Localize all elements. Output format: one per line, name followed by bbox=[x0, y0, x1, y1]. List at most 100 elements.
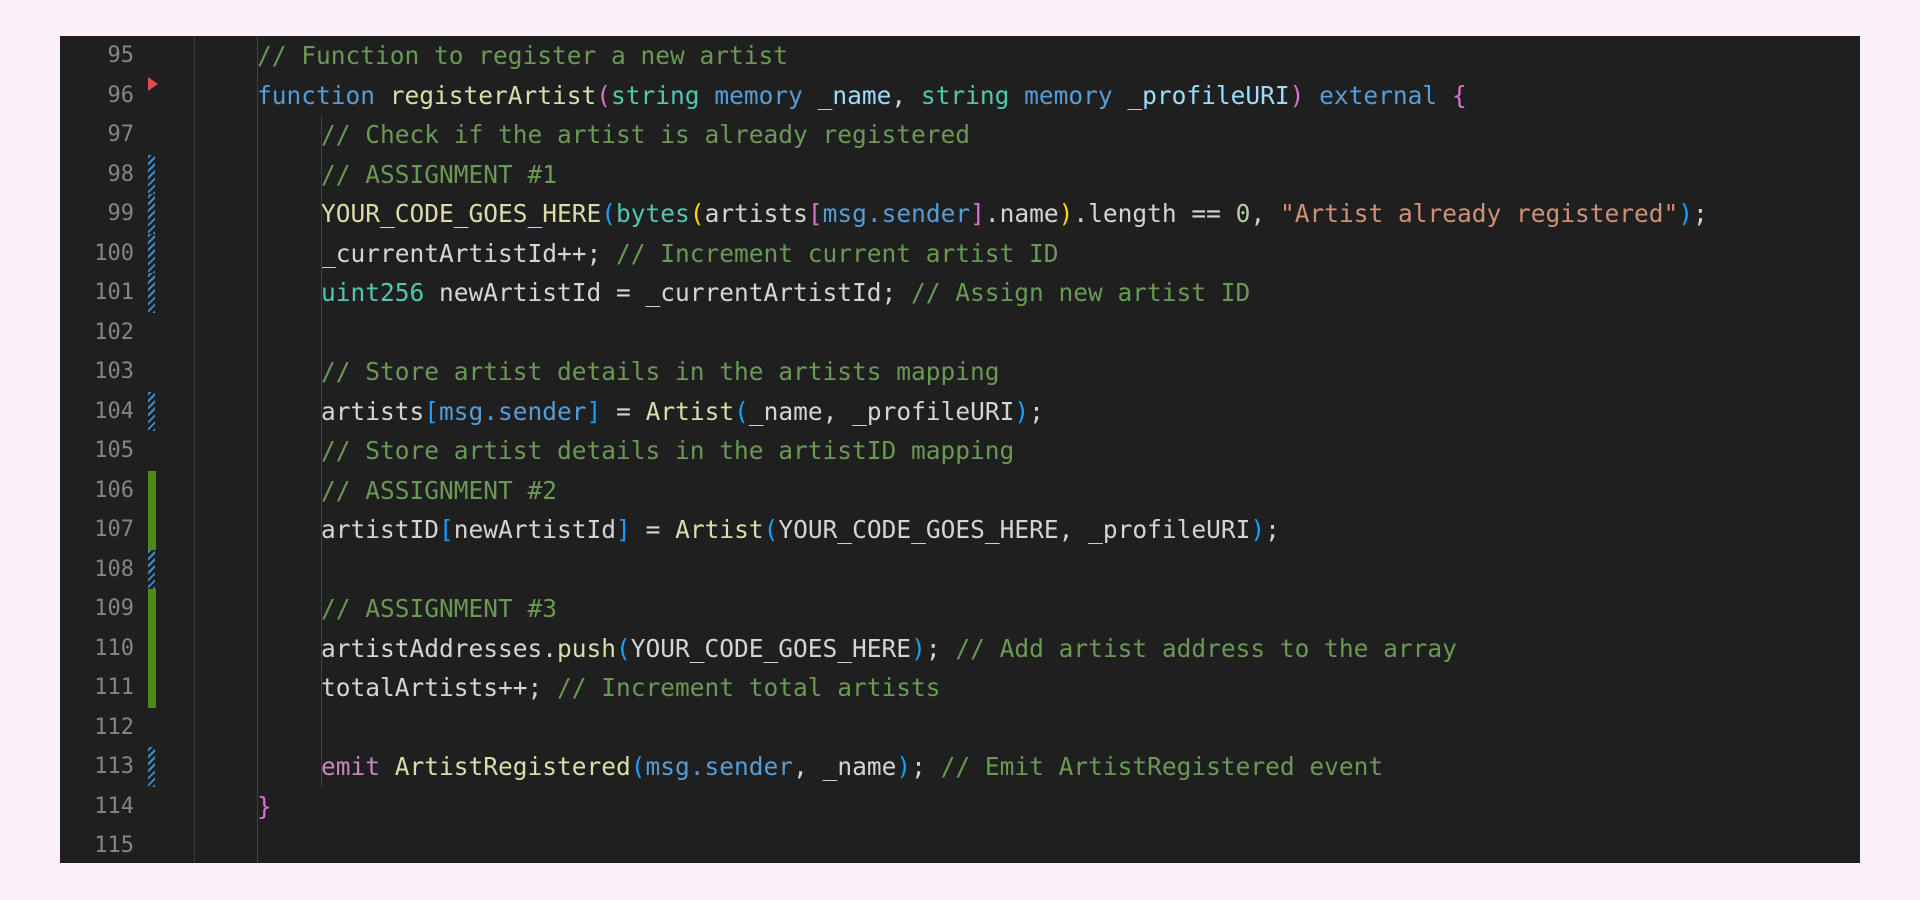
code-token: _profileURI bbox=[1127, 80, 1290, 110]
code-line[interactable]: // Check if the artist is already regist… bbox=[60, 115, 1860, 155]
code-token: // Assign new artist ID bbox=[911, 278, 1251, 307]
code-line[interactable]: // Function to register a new artist bbox=[60, 36, 1860, 76]
code-token: msg.sender bbox=[822, 199, 971, 228]
code-line[interactable]: emit ArtistRegistered(msg.sender, _name)… bbox=[60, 747, 1860, 787]
code-token: memory bbox=[1024, 80, 1128, 110]
code-token: [ bbox=[439, 515, 454, 544]
code-token: { bbox=[1451, 80, 1467, 110]
code-line-text: // Store artist details in the artistID … bbox=[321, 431, 1014, 471]
code-token: // Store artist details in the artistID … bbox=[321, 436, 1015, 465]
code-token: YOUR_CODE_GOES_HERE bbox=[321, 199, 602, 228]
code-token: ; bbox=[925, 633, 956, 663]
code-token: // Emit ArtistRegistered event bbox=[940, 752, 1384, 781]
code-token: // Add artist address to the array bbox=[955, 633, 1457, 663]
code-token: YOUR_CODE_GOES_HERE bbox=[630, 633, 912, 663]
code-line-text: // Check if the artist is already regist… bbox=[321, 115, 970, 155]
code-token: Artist bbox=[645, 396, 735, 426]
code-token: ( bbox=[689, 199, 705, 228]
code-line-text: _currentArtistId++; // Increment current… bbox=[321, 234, 1059, 274]
code-line-text: function registerArtist(string memory _n… bbox=[257, 76, 1467, 116]
code-token: function bbox=[257, 80, 390, 110]
code-token: newArtistId bbox=[453, 515, 617, 544]
code-token: ( bbox=[763, 515, 779, 544]
code-token: ( bbox=[616, 633, 631, 663]
code-token: Artist bbox=[675, 515, 764, 544]
code-line[interactable]: _currentArtistId++; // Increment current… bbox=[60, 234, 1860, 274]
code-token: ( bbox=[630, 752, 646, 781]
code-line[interactable] bbox=[60, 826, 1860, 863]
code-token: ) bbox=[1014, 396, 1030, 426]
code-line-text: artistAddresses.push(YOUR_CODE_GOES_HERE… bbox=[321, 629, 1457, 669]
code-token: = bbox=[630, 515, 676, 544]
code-line[interactable]: // Store artist details in the artists m… bbox=[60, 352, 1860, 392]
code-line[interactable]: function registerArtist(string memory _n… bbox=[60, 76, 1860, 116]
code-token: memory bbox=[714, 80, 818, 110]
code-line[interactable]: YOUR_CODE_GOES_HERE(bytes(artists[msg.se… bbox=[60, 194, 1860, 234]
code-token: artistAddresses. bbox=[321, 633, 558, 663]
code-token: ; bbox=[1692, 199, 1708, 228]
code-line[interactable] bbox=[60, 550, 1860, 590]
code-token: ] bbox=[586, 396, 602, 426]
code-line-text: emit ArtistRegistered(msg.sender, _name)… bbox=[321, 747, 1383, 787]
code-token: emit bbox=[321, 752, 395, 781]
code-token: artists bbox=[704, 199, 808, 228]
code-token: YOUR_CODE_GOES_HERE, _profileURI bbox=[778, 515, 1251, 544]
code-line[interactable]: uint256 newArtistId = _currentArtistId; … bbox=[60, 273, 1860, 313]
code-line-text: // Store artist details in the artists m… bbox=[321, 352, 1000, 392]
indent-guide bbox=[321, 115, 322, 787]
code-line[interactable]: // Store artist details in the artistID … bbox=[60, 431, 1860, 471]
code-token: // ASSIGNMENT #3 bbox=[321, 594, 558, 623]
code-token: ) bbox=[1289, 80, 1320, 110]
code-line[interactable]: totalArtists++; // Increment total artis… bbox=[60, 668, 1860, 708]
code-token: ( bbox=[596, 80, 612, 110]
code-token: // Check if the artist is already regist… bbox=[321, 120, 971, 149]
code-line[interactable]: artistID[newArtistId] = Artist(YOUR_CODE… bbox=[60, 510, 1860, 550]
code-line[interactable]: } bbox=[60, 787, 1860, 827]
code-token: = bbox=[601, 396, 646, 426]
code-token: ) bbox=[1250, 515, 1266, 544]
code-token: ; bbox=[911, 752, 941, 781]
code-token: msg.sender bbox=[645, 752, 794, 781]
code-line[interactable] bbox=[60, 708, 1860, 748]
code-token: "Artist already registered" bbox=[1279, 199, 1679, 228]
code-token: , bbox=[891, 80, 921, 110]
code-token: artists bbox=[321, 396, 425, 426]
code-token: 0 bbox=[1235, 199, 1251, 228]
code-token: // Increment total artists bbox=[557, 673, 941, 702]
code-line-text: // ASSIGNMENT #1 bbox=[321, 155, 557, 195]
code-line-text: // ASSIGNMENT #3 bbox=[321, 589, 557, 629]
code-line-text: uint256 newArtistId = _currentArtistId; … bbox=[321, 273, 1250, 313]
code-line-text: YOUR_CODE_GOES_HERE(bytes(artists[msg.se… bbox=[321, 194, 1708, 234]
code-line[interactable]: // ASSIGNMENT #3 bbox=[60, 589, 1860, 629]
code-token: ] bbox=[616, 515, 631, 544]
code-token: ) bbox=[911, 633, 926, 663]
code-token: } bbox=[257, 791, 272, 821]
code-token: push bbox=[557, 633, 617, 663]
code-token: registerArtist bbox=[389, 80, 597, 110]
code-token: string bbox=[611, 80, 715, 110]
code-line-text: // ASSIGNMENT #2 bbox=[321, 471, 557, 511]
code-token: _currentArtistId++; bbox=[321, 238, 617, 268]
code-token: _name, _profileURI bbox=[748, 396, 1015, 426]
code-token: .name bbox=[984, 199, 1059, 228]
code-line[interactable]: artists[msg.sender] = Artist(_name, _pro… bbox=[60, 392, 1860, 432]
code-line-text: artists[msg.sender] = Artist(_name, _pro… bbox=[321, 392, 1044, 432]
code-line[interactable]: // ASSIGNMENT #1 bbox=[60, 155, 1860, 195]
code-line-text: // Function to register a new artist bbox=[257, 36, 788, 76]
code-line[interactable]: // ASSIGNMENT #2 bbox=[60, 471, 1860, 511]
code-token: // Increment current artist ID bbox=[616, 238, 1059, 268]
code-token: ; bbox=[1029, 396, 1044, 426]
code-token: , bbox=[1250, 199, 1280, 228]
code-line[interactable]: artistAddresses.push(YOUR_CODE_GOES_HERE… bbox=[60, 629, 1860, 669]
code-token: ) bbox=[1058, 199, 1074, 228]
code-token: // ASSIGNMENT #1 bbox=[321, 159, 558, 189]
code-token: artistID bbox=[321, 515, 440, 544]
code-editor[interactable]: 95 96 97 98 99 100 101 102 103 104 105 106 107 108 109… bbox=[60, 36, 1860, 863]
code-line-text: totalArtists++; // Increment total artis… bbox=[321, 668, 941, 708]
code-token: uint256 bbox=[321, 278, 440, 307]
code-line-text: } bbox=[257, 787, 272, 827]
code-line[interactable] bbox=[60, 313, 1860, 353]
code-token: [ bbox=[424, 396, 440, 426]
code-token: msg.sender bbox=[439, 396, 587, 426]
code-token: external bbox=[1319, 80, 1452, 110]
